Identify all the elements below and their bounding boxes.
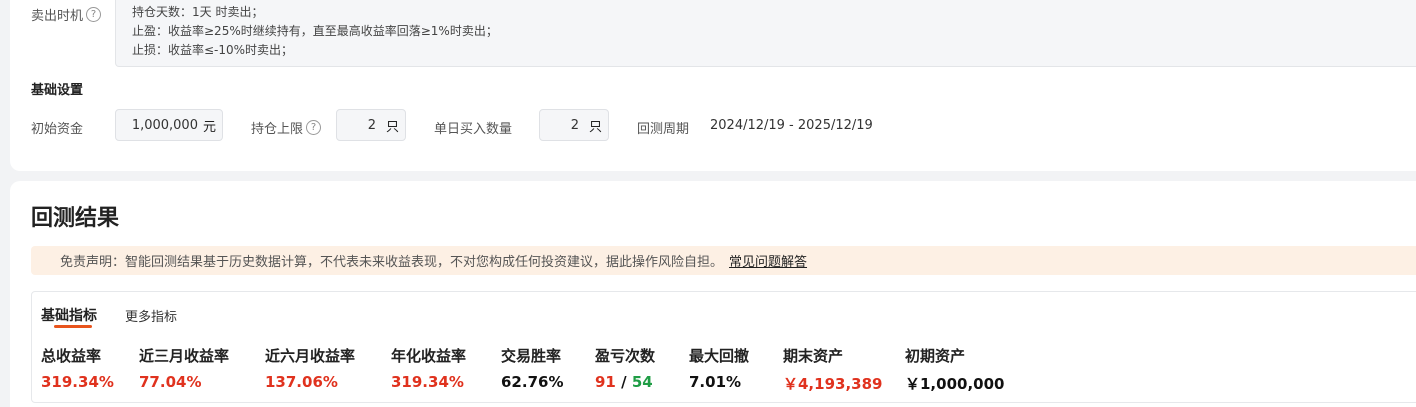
metric-max-drawdown: 最大回撤 7.01% [689,347,750,391]
initial-capital-label: 初始资金 [31,122,84,137]
metric-annualized-return: 年化收益率 319.34% [391,347,467,391]
metric-final-assets: 期末资产 ￥4,193,389 [783,347,883,393]
faq-link[interactable]: 常见问题解答 [729,251,807,270]
loss-count: 54 [631,373,653,391]
disclaimer-text: 免责声明：智能回测结果基于历史数据计算，不代表未来收益表现，不对您构成任何投资建… [60,255,724,270]
basic-settings-title: 基础设置 [31,83,84,98]
initial-capital-input[interactable]: 1,000,000 元 [115,109,223,141]
help-icon[interactable]: ? [306,120,322,135]
daily-buy-label: 单日买入数量 [434,122,513,137]
backtest-period-label: 回测周期 [637,122,690,137]
tab-basic-metrics[interactable]: 基础指标 [41,305,97,325]
count-separator: / [621,373,627,391]
sell-timing-label: 卖出时机 ? [31,5,102,24]
metric-3m-return: 近三月收益率 77.04% [139,347,230,391]
position-limit-input[interactable]: 2 只 [336,109,406,141]
sell-rule-holding-days: 持仓天数：1天 时卖出； [132,5,264,19]
metric-6m-return: 近六月收益率 137.06% [265,347,356,391]
results-title: 回测结果 [31,206,120,231]
disclaimer-banner: 免责声明：智能回测结果基于历史数据计算，不代表未来收益表现，不对您构成任何投资建… [31,246,1416,275]
daily-buy-input[interactable]: 2 只 [539,109,609,141]
position-limit-label: 持仓上限 ? [251,118,322,137]
sell-timing-rules: 持仓天数：1天 时卖出； 止盈：收益率≥25%时继续持有，直至最高收益率回落≥1… [115,0,1416,67]
metric-win-rate: 交易胜率 62.76% [501,347,564,391]
metric-total-return: 总收益率 319.34% [41,347,114,391]
metric-win-loss-count: 盈亏次数 91 / 54 [595,347,656,391]
active-tab-indicator [54,325,92,328]
win-count: 91 [595,373,616,391]
sell-rule-take-profit: 止盈：收益率≥25%时继续持有，直至最高收益率回落≥1%时卖出； [132,24,498,38]
sell-rule-stop-loss: 止损：收益率≤-10%时卖出； [132,43,294,57]
backtest-period-value: 2024/12/19 - 2025/12/19 [710,118,873,133]
help-icon[interactable]: ? [86,7,102,22]
metric-initial-assets: 初期资产 ￥1,000,000 [905,347,1005,393]
tab-more-metrics[interactable]: 更多指标 [125,306,177,325]
